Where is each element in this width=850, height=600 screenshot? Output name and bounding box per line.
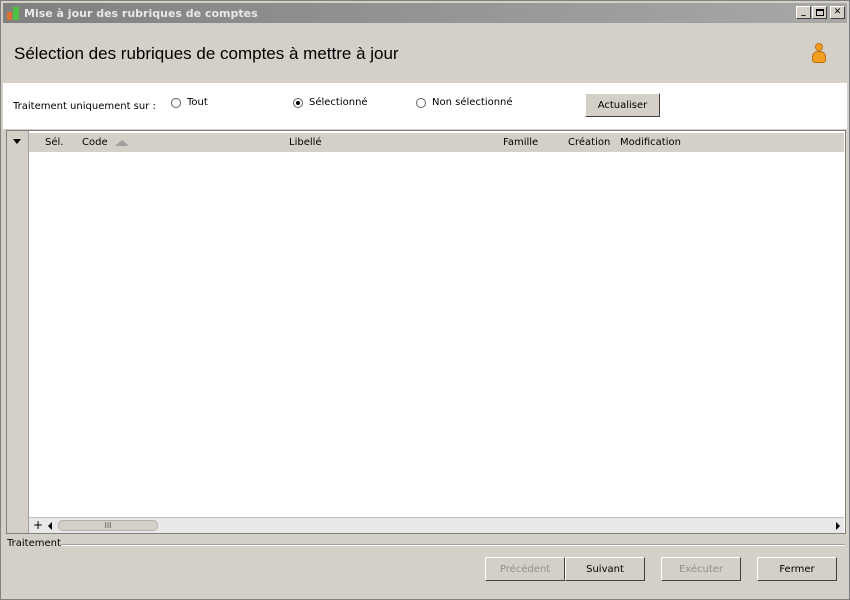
grid-body[interactable] (29, 152, 844, 517)
column-header-code[interactable]: Code (82, 137, 108, 148)
close-button[interactable]: Fermer (757, 557, 837, 581)
app-icon (5, 5, 21, 21)
previous-button[interactable]: Précédent (485, 557, 565, 581)
radio-label: Sélectionné (309, 97, 368, 108)
close-icon: ✕ (833, 7, 842, 17)
horizontal-scrollbar[interactable]: + III (29, 517, 844, 533)
maximize-icon (815, 9, 824, 16)
column-header-creation[interactable]: Création (568, 137, 610, 148)
section-divider (61, 544, 845, 546)
main-window: Mise à jour des rubriques de comptes _ ✕… (0, 0, 850, 600)
title-bar[interactable]: Mise à jour des rubriques de comptes _ ✕ (3, 3, 847, 23)
column-header-sel[interactable]: Sél. (45, 137, 63, 148)
scroll-left-icon[interactable] (48, 522, 52, 530)
radio-tout[interactable]: Tout (171, 97, 208, 108)
filter-label: Traitement uniquement sur : (13, 101, 156, 112)
next-button[interactable]: Suivant (565, 557, 645, 581)
grid-header: Sél. Code Libellé Famille Création Modif… (29, 133, 844, 152)
sort-ascending-icon (115, 140, 129, 146)
window-title: Mise à jour des rubriques de comptes (24, 6, 258, 20)
maximize-button[interactable] (812, 6, 827, 19)
grid-row-selector (7, 131, 29, 533)
minimize-icon: _ (801, 7, 806, 17)
scroll-thumb[interactable]: III (58, 520, 158, 531)
radio-selectionne[interactable]: Sélectionné (293, 97, 368, 108)
radio-non-selectionne[interactable]: Non sélectionné (416, 97, 513, 108)
scroll-right-icon[interactable] (836, 522, 840, 530)
window-controls: _ ✕ (796, 6, 845, 19)
column-header-libelle[interactable]: Libellé (289, 137, 322, 148)
radio-circle (416, 97, 426, 108)
column-header-famille[interactable]: Famille (503, 137, 538, 148)
radio-circle (171, 97, 181, 108)
column-header-modification[interactable]: Modification (620, 137, 681, 148)
chevron-down-icon[interactable] (13, 139, 21, 144)
user-icon[interactable] (811, 43, 827, 65)
radio-label: Non sélectionné (432, 97, 513, 108)
close-window-button[interactable]: ✕ (830, 6, 845, 19)
execute-button[interactable]: Exécuter (661, 557, 741, 581)
expand-icon[interactable]: + (33, 519, 43, 531)
minimize-button[interactable]: _ (796, 6, 811, 19)
radio-circle (293, 97, 303, 108)
radio-label: Tout (187, 97, 208, 108)
section-label: Traitement (7, 538, 61, 549)
refresh-button[interactable]: Actualiser (585, 93, 660, 117)
accounts-grid: Sél. Code Libellé Famille Création Modif… (6, 130, 846, 534)
page-title: Sélection des rubriques de comptes à met… (14, 44, 399, 63)
page-header: Sélection des rubriques de comptes à met… (3, 23, 847, 83)
filter-bar: Traitement uniquement sur : Tout Sélecti… (3, 83, 847, 129)
